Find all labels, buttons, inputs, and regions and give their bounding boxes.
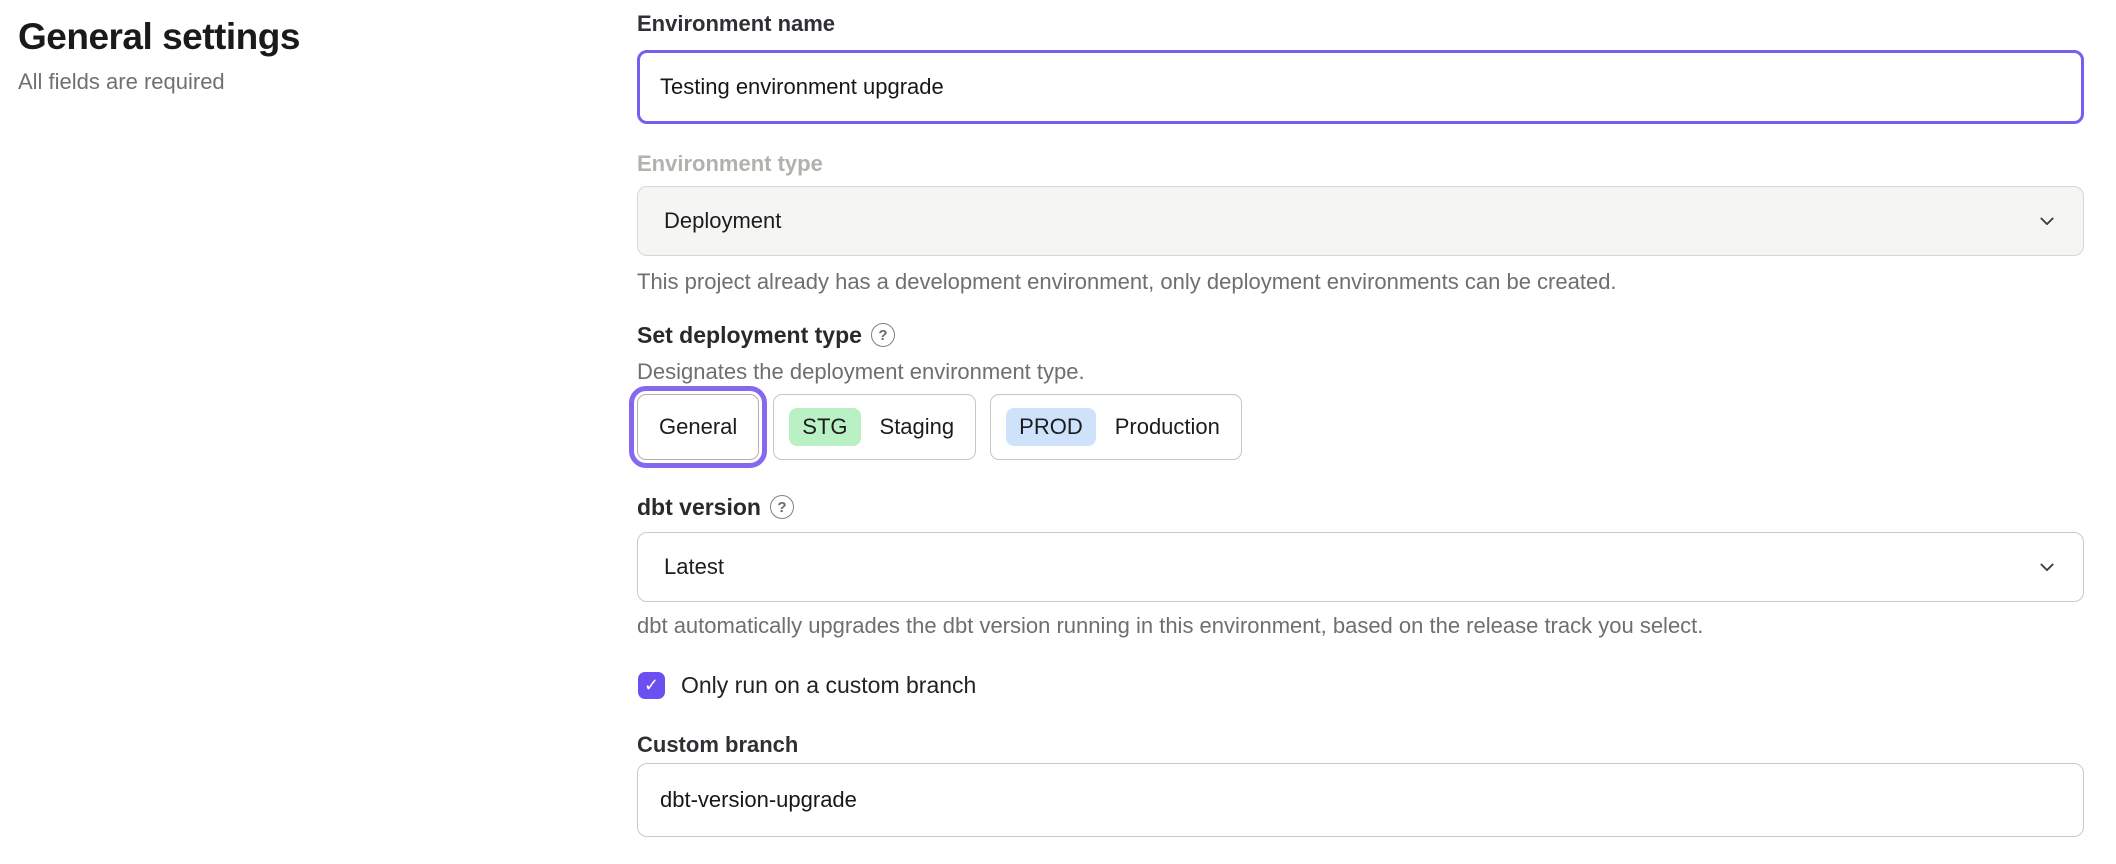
page-subtitle: All fields are required [18,68,578,96]
environment-name-label: Environment name [637,10,2084,38]
deployment-type-description: Designates the deployment environment ty… [637,358,2084,386]
option-production-label: Production [1109,414,1226,440]
option-staging-label: Staging [874,414,961,440]
deployment-type-option-staging[interactable]: STG Staging [773,394,976,460]
dbt-version-label: dbt version ? [637,492,2084,522]
production-badge: PROD [1006,408,1096,446]
custom-branch-input[interactable] [637,763,2084,837]
custom-branch-checkbox[interactable]: ✓ [638,672,665,699]
help-icon[interactable]: ? [871,323,895,347]
custom-branch-checkbox-label[interactable]: Only run on a custom branch [681,672,976,699]
deployment-type-option-general[interactable]: General [637,394,759,460]
checkmark-icon: ✓ [644,675,659,696]
environment-type-value: Deployment [664,208,781,234]
environment-type-select[interactable]: Deployment [637,186,2084,256]
dbt-version-label-text: dbt version [637,492,761,522]
dbt-version-select[interactable]: Latest [637,532,2084,602]
environment-type-label: Environment type [637,150,2084,178]
page-title: General settings [18,14,578,60]
settings-header: General settings All fields are required [18,14,578,96]
chevron-down-icon [2037,557,2057,577]
chevron-down-icon [2037,211,2057,231]
option-general-label: General [653,414,743,440]
custom-branch-checkbox-row: ✓ Only run on a custom branch [638,672,2084,699]
deployment-type-label-text: Set deployment type [637,320,862,350]
general-settings-page: General settings All fields are required… [0,0,2116,864]
help-icon[interactable]: ? [770,495,794,519]
deployment-type-options: General STG Staging PROD Production [637,394,2084,460]
environment-name-input[interactable] [637,50,2084,124]
staging-badge: STG [789,408,860,446]
deployment-type-label: Set deployment type ? [637,320,2084,350]
environment-settings-form: Environment name Environment type Deploy… [637,10,2084,837]
dbt-version-helper: dbt automatically upgrades the dbt versi… [637,612,2084,640]
custom-branch-label: Custom branch [637,731,2084,759]
environment-type-helper: This project already has a development e… [637,268,2084,296]
dbt-version-value: Latest [664,554,724,580]
deployment-type-option-production[interactable]: PROD Production [990,394,1242,460]
